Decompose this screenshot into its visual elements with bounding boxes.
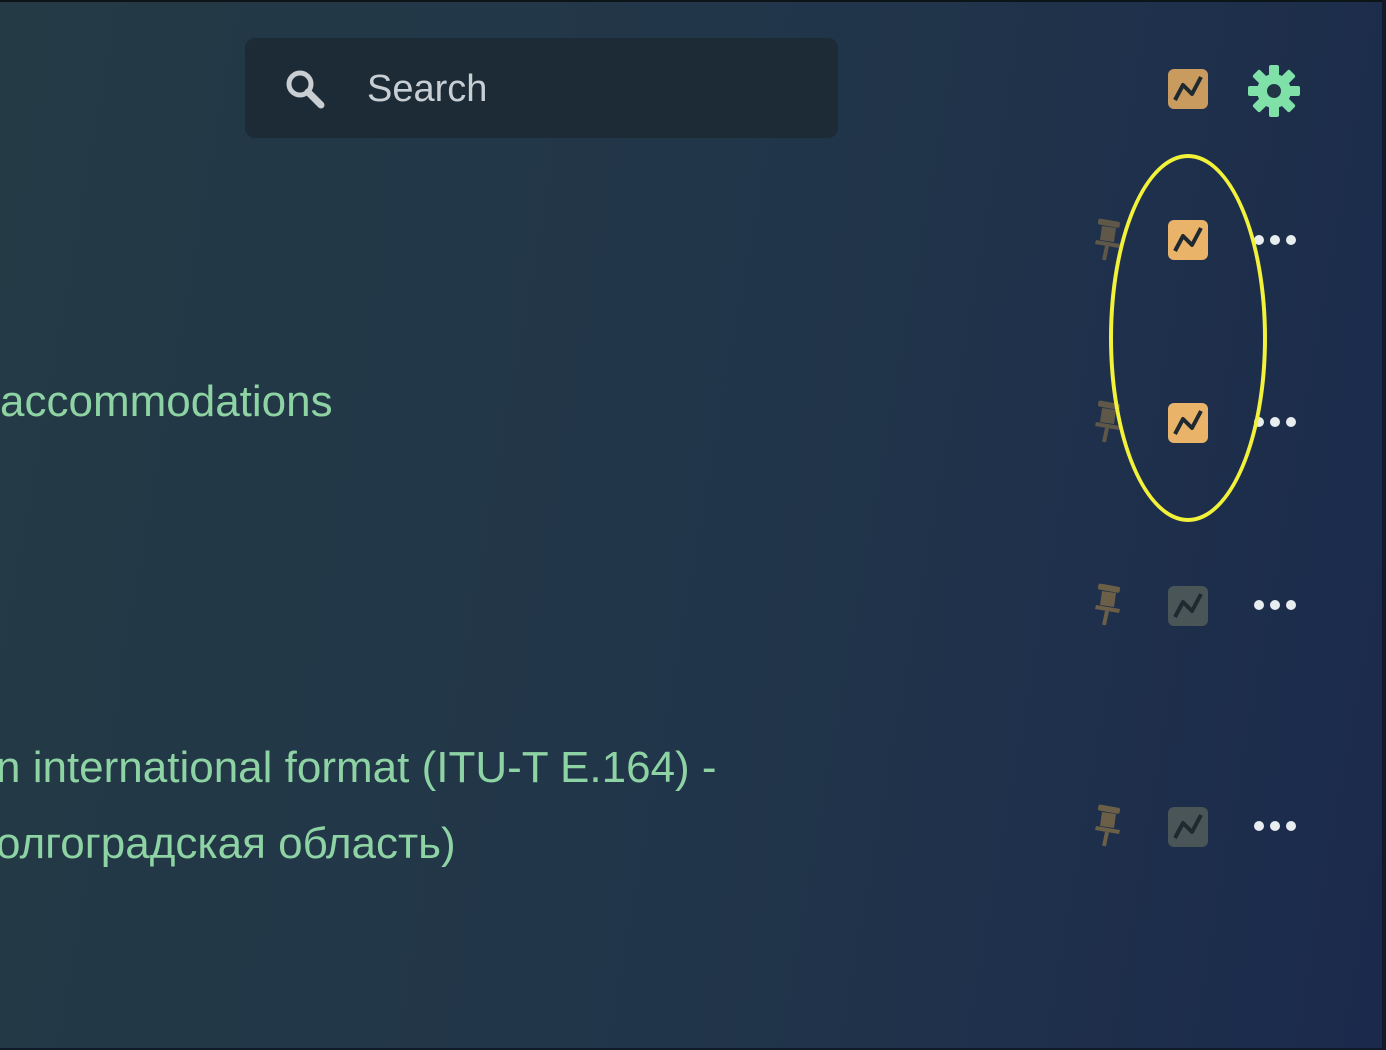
row-chart-button[interactable] [1167, 806, 1209, 848]
more-icon [1254, 417, 1296, 427]
row-chart-button[interactable] [1167, 219, 1209, 261]
header-chart-button[interactable] [1167, 68, 1209, 110]
settings-button[interactable] [1247, 64, 1301, 118]
more-button[interactable] [1253, 414, 1297, 430]
pin-button[interactable] [1090, 400, 1126, 444]
gear-icon [1248, 65, 1300, 117]
highlight-ellipse [1109, 154, 1267, 522]
row-chart-button[interactable] [1167, 585, 1209, 627]
row-title-line-2[interactable]: олгоградская область) [0, 806, 456, 882]
pin-button[interactable] [1090, 804, 1126, 848]
more-button[interactable] [1253, 597, 1297, 613]
more-button[interactable] [1253, 232, 1297, 248]
chart-line-icon [1168, 586, 1208, 626]
pin-icon [1095, 218, 1121, 261]
row-chart-button[interactable] [1167, 402, 1209, 444]
pin-icon [1095, 804, 1121, 847]
window-right-edge [1382, 0, 1386, 1050]
window-top-border [0, 0, 1386, 2]
chart-line-icon [1168, 220, 1208, 260]
pin-icon [1095, 583, 1121, 626]
row-title[interactable]: n international format (ITU-T E.164) - [0, 730, 717, 806]
pin-icon [1095, 400, 1121, 443]
row-title[interactable]: accommodations [0, 364, 333, 440]
chart-line-icon [1168, 69, 1208, 109]
chart-line-icon [1168, 807, 1208, 847]
pin-button[interactable] [1090, 218, 1126, 262]
pin-button[interactable] [1090, 583, 1126, 627]
more-icon [1254, 821, 1296, 831]
search-input[interactable] [367, 62, 807, 116]
chart-line-icon [1168, 403, 1208, 443]
search-icon [286, 70, 325, 109]
more-button[interactable] [1253, 818, 1297, 834]
more-icon [1254, 235, 1296, 245]
more-icon [1254, 600, 1296, 610]
